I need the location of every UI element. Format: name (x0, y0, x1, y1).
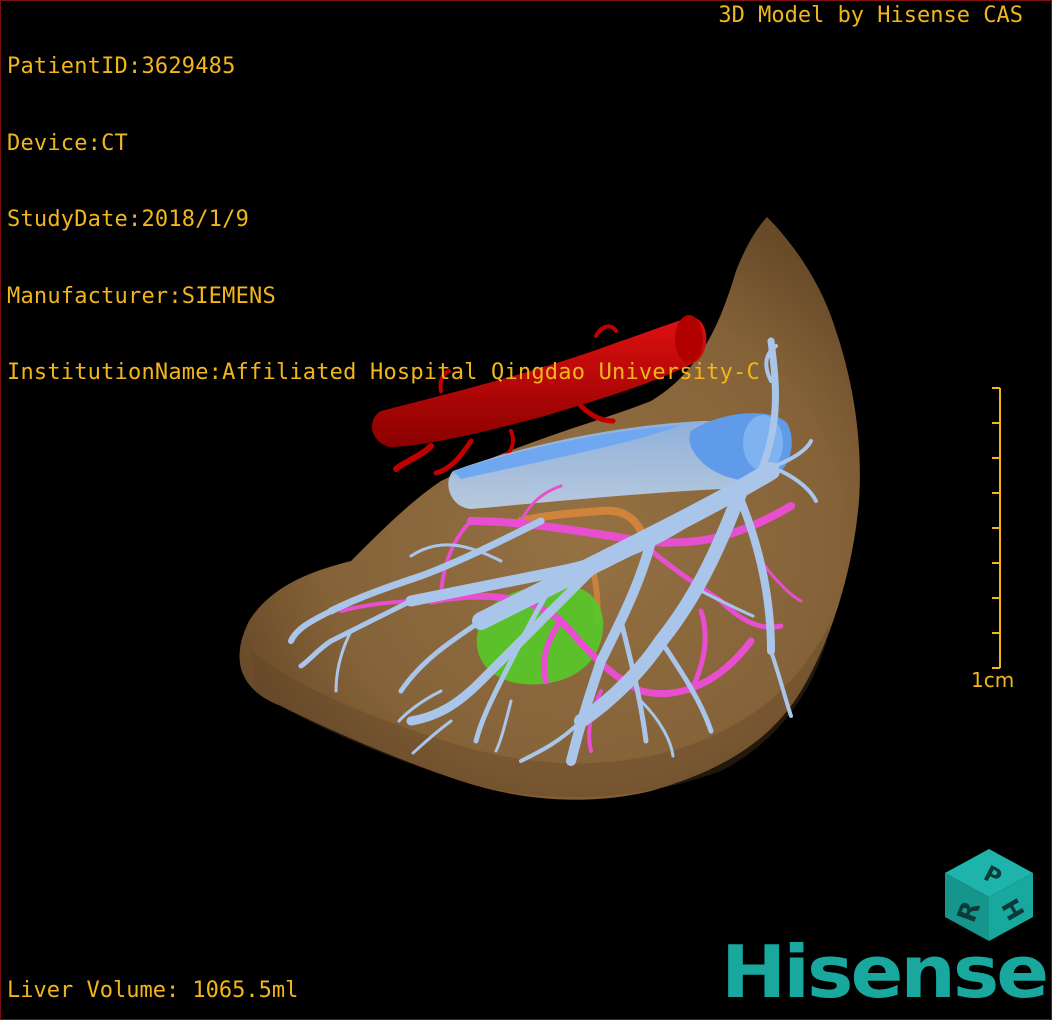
3d-viewport[interactable]: PatientID:3629485 Device:CT StudyDate:20… (0, 0, 1052, 1020)
model-credit: 3D Model by Hisense CAS (718, 3, 1023, 28)
scale-label: 1cm (971, 668, 1015, 692)
orientation-cube[interactable]: P R H (937, 843, 1037, 943)
hisense-logo: Hisense (721, 931, 1049, 1015)
manufacturer: Manufacturer:SIEMENS (7, 283, 276, 309)
scale-bar (992, 387, 1001, 669)
device: Device:CT (7, 130, 129, 156)
study-date: StudyDate:2018/1/9 (7, 207, 250, 232)
liver-volume: Liver Volume: 1065.5ml (7, 978, 299, 1003)
patient-id: PatientID:3629485 (7, 54, 236, 79)
institution-name: InstitutionName:Affiliated Hospital Qing… (7, 360, 760, 385)
dicom-info-overlay: PatientID:3629485 Device:CT StudyDate:20… (7, 3, 760, 437)
